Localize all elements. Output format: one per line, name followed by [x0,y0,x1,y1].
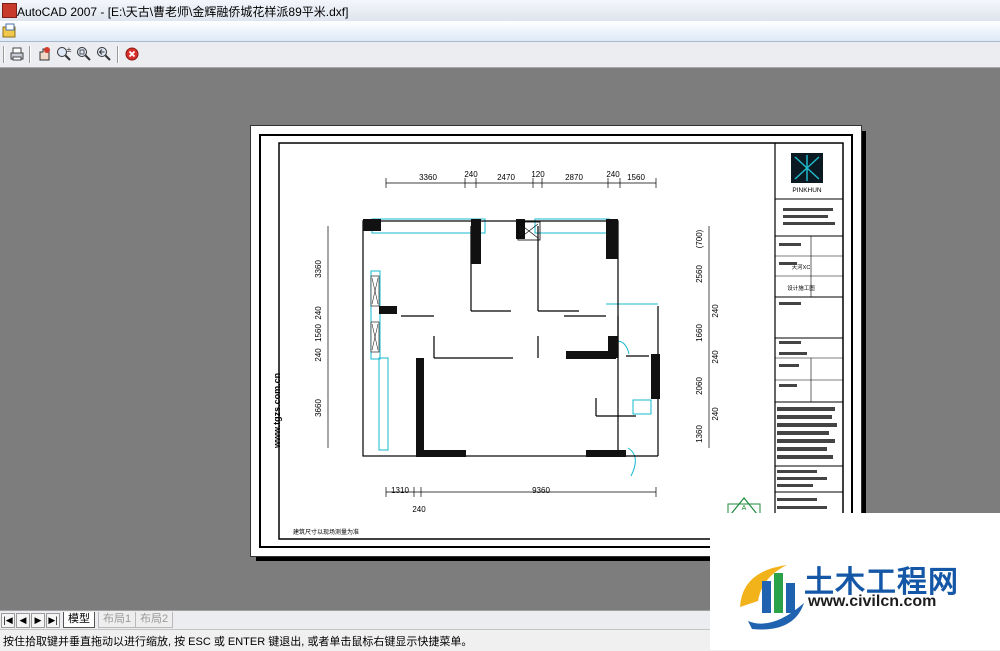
dim-label: 3360 [314,260,323,278]
dim-label: 240 [314,348,323,362]
toolbar-separator [29,46,31,63]
floor-plan-walls [362,218,660,477]
watermark-url: www.civilcn.com [808,593,937,610]
badge-label: A [742,505,747,512]
dim-label: 240 [711,350,720,364]
dim-label: 2060 [695,377,704,395]
dim-label: 240 [464,170,478,179]
titleblock-text-bars [777,208,837,517]
dim-label: 1560 [627,173,645,182]
dim-label: 1560 [314,324,323,342]
dim-label: 240 [606,170,620,179]
dim-label: 240 [412,505,426,514]
site-watermark: 土木工程网 www.civilcn.com [710,513,1000,650]
zoom-realtime-icon[interactable]: ± [55,45,73,63]
window-title: AutoCAD 2007 - [E:\天古\曹老师\金辉融侨城花样派89平米.d… [17,5,349,19]
dim-label: 240 [711,407,720,421]
tab-model[interactable]: 模型 [63,612,95,628]
menu-bar [0,21,1000,42]
paper-sheet: PINKHUN 天河XC 设计施工图 3360 240 2470 120 287… [250,125,862,557]
last-tab-button[interactable]: ▶| [46,613,60,628]
dim-label: (700) [695,229,704,248]
dim-label: 3660 [314,399,323,417]
zoom-window-icon[interactable] [75,45,93,63]
dim-label: 2560 [695,265,704,283]
toolbar-separator [117,46,119,63]
document-icon[interactable] [2,23,18,38]
dim-label: 120 [531,170,545,179]
titleblock-logo [791,153,823,183]
inner-frame [278,142,844,540]
prev-tab-button[interactable]: ◀ [16,613,30,628]
dim-label: 1310 [391,486,409,495]
dim-label: 2870 [565,173,583,182]
dim-label: 1660 [695,324,704,342]
preview-toolbar: ± [0,42,1000,68]
pan-icon[interactable] [35,45,53,63]
next-tab-button[interactable]: ▶ [31,613,45,628]
title-bar: AutoCAD 2007 - [E:\天古\曹老师\金辉融侨城花样派89平米.d… [0,0,1000,22]
close-preview-icon[interactable] [123,45,141,63]
tab-layout1[interactable]: 布局1 [98,612,137,628]
first-tab-button[interactable]: |◀ [1,613,15,628]
dim-label: 240 [711,304,720,318]
dim-label: 9360 [532,486,550,495]
vertical-url: www.tgzs.com.cn [272,373,282,449]
autocad-app-icon[interactable] [2,3,17,18]
titleblock-cell: 设计施工图 [787,284,815,292]
titleblock-logo-text: PINKHUN [792,187,822,194]
dim-label: 2470 [497,173,515,182]
toolbar-separator [3,46,5,63]
floor-plan-drawing: PINKHUN 天河XC 设计施工图 3360 240 2470 120 287… [259,134,853,548]
drawing-caption: 建筑尺寸以现场测量为准 [293,528,359,536]
dim-label: 240 [314,306,323,320]
tab-layout2[interactable]: 布局2 [135,612,174,628]
status-text: 按住拾取键并垂直拖动以进行缩放, 按 ESC 或 ENTER 键退出, 或者单击… [3,636,473,648]
svg-text:±: ± [66,46,72,54]
dim-label: 1360 [695,425,704,443]
print-icon[interactable] [8,45,26,63]
outer-frame [259,134,853,548]
dim-label: 3360 [419,173,437,182]
zoom-previous-icon[interactable] [95,45,113,63]
